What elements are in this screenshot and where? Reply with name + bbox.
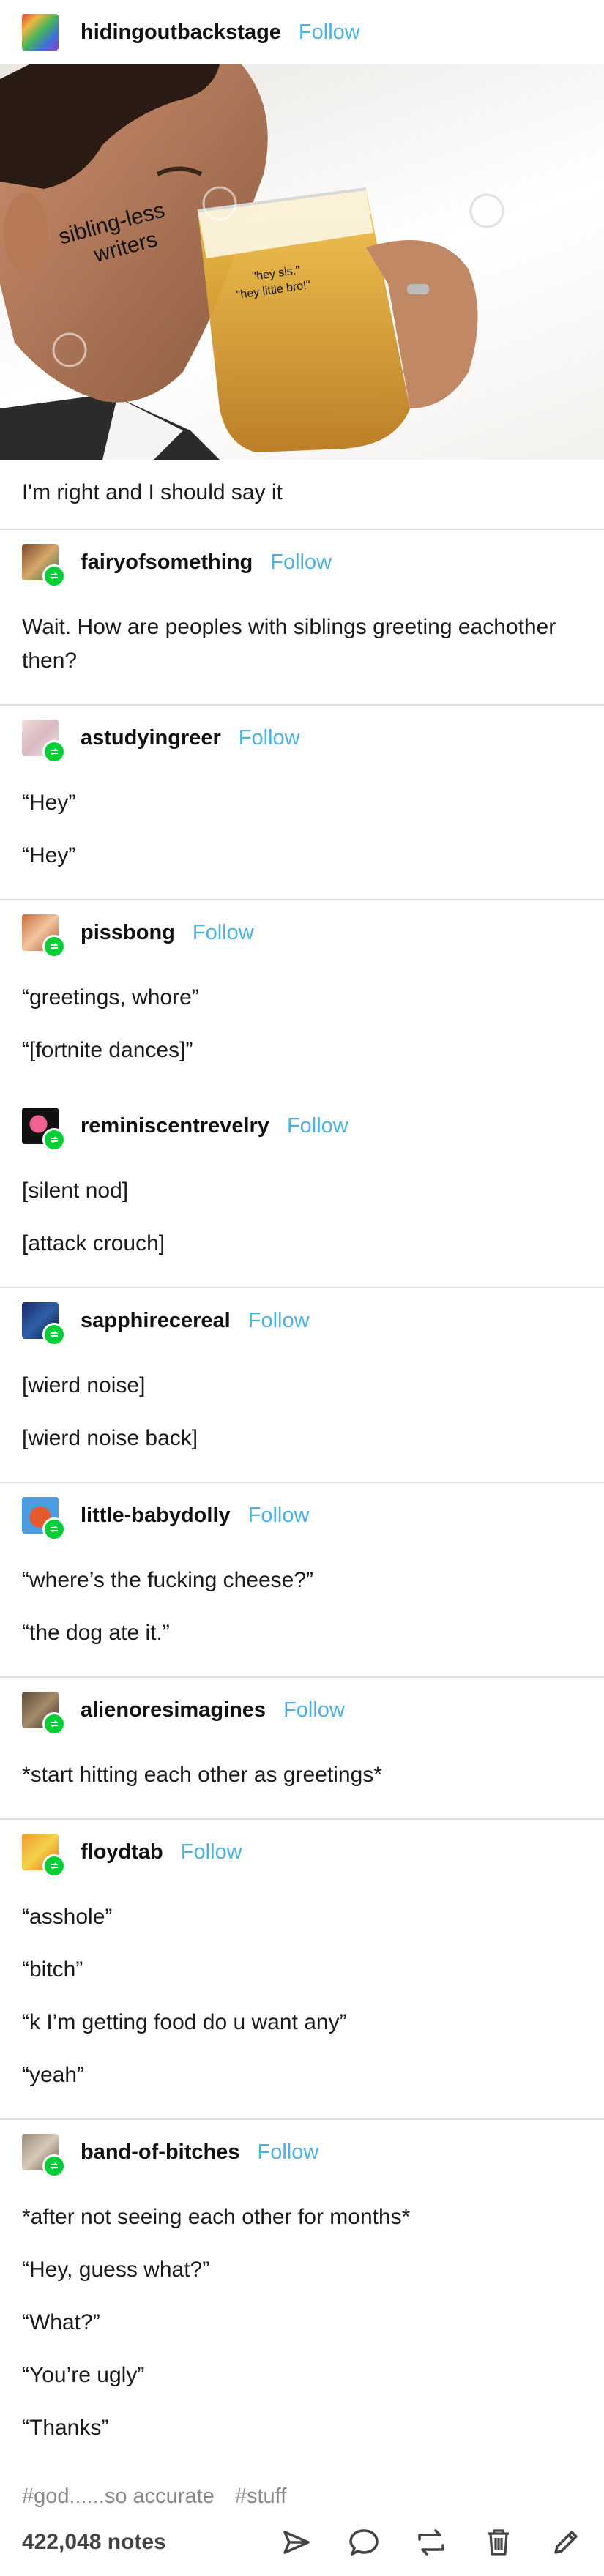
reblog-entry: band-of-bitches Follow *after not seeing… <box>0 2120 604 2471</box>
delete-icon[interactable] <box>482 2526 515 2558</box>
reblog-text: “Hey, guess what?” <box>22 2258 210 2282</box>
username[interactable]: fairyofsomething <box>81 550 253 575</box>
reblog-entry: fairyofsomething Follow Wait. How are pe… <box>0 530 604 704</box>
post-text: I'm right and I should say it <box>22 480 283 504</box>
username[interactable]: band-of-bitches <box>81 2140 240 2165</box>
reblog-icon <box>42 1517 66 1541</box>
reply-icon[interactable] <box>348 2526 380 2558</box>
reblog-entry: reminiscentrevelry Follow [silent nod] [… <box>0 1094 604 1287</box>
post: hidingoutbackstage Follow sibling-less w… <box>0 0 604 2576</box>
follow-button[interactable]: Follow <box>248 1504 310 1528</box>
follow-button[interactable]: Follow <box>181 1840 242 1864</box>
meme-image: sibling-less writers "hey sis." "hey lit… <box>0 64 504 460</box>
reblog-icon <box>42 1712 66 1736</box>
follow-button[interactable]: Follow <box>299 20 360 45</box>
reblog-header: band-of-bitches Follow <box>0 2120 604 2184</box>
reblog-icon <box>42 1128 66 1151</box>
reblog-icon <box>42 1854 66 1878</box>
reblog-entry: pissbong Follow “greetings, whore” “[for… <box>0 900 604 1094</box>
username[interactable]: sapphirecereal <box>81 1309 231 1333</box>
username[interactable]: reminiscentrevelry <box>81 1114 269 1138</box>
reblog-header: alienoresimagines Follow <box>0 1678 604 1742</box>
follow-button[interactable]: Follow <box>193 921 254 945</box>
reblog-text: “[fortnite dances]” <box>22 1038 193 1062</box>
reblog-text: “You’re ugly” <box>22 2363 145 2387</box>
avatar[interactable] <box>22 720 66 764</box>
follow-button[interactable]: Follow <box>248 1309 310 1333</box>
post-footer: 422,048 notes <box>0 2509 604 2576</box>
reblog-header: reminiscentrevelry Follow <box>0 1094 604 1158</box>
reblog-header: floydtab Follow <box>0 1820 604 1884</box>
reblog-header: pissbong Follow <box>0 900 604 965</box>
avatar[interactable] <box>22 1302 66 1346</box>
reblog-entry: little-babydolly Follow “where’s the fuc… <box>0 1483 604 1676</box>
reblog-header: sapphirecereal Follow <box>0 1288 604 1353</box>
reblog-text: Wait. How are peoples with siblings gree… <box>22 615 556 673</box>
reblog-text: “greetings, whore” <box>22 985 199 1009</box>
post-header: hidingoutbackstage Follow <box>0 0 604 64</box>
reblog-entry: floydtab Follow “asshole” “bitch” “k I’m… <box>0 1820 604 2118</box>
avatar[interactable] <box>22 544 66 588</box>
username[interactable]: alienoresimagines <box>81 1698 266 1722</box>
username[interactable]: astudyingreer <box>81 726 221 750</box>
avatar[interactable] <box>22 914 66 958</box>
avatar[interactable] <box>22 1692 66 1736</box>
reblog-text: [silent nod] <box>22 1179 129 1203</box>
follow-button[interactable]: Follow <box>283 1698 345 1722</box>
edit-icon[interactable] <box>550 2526 582 2558</box>
reblog-icon <box>42 1323 66 1346</box>
follow-button[interactable]: Follow <box>287 1114 348 1138</box>
avatar[interactable] <box>22 1834 66 1878</box>
reblog-icon <box>42 935 66 958</box>
reblog-icon[interactable] <box>415 2526 447 2558</box>
tag[interactable]: #stuff <box>235 2484 286 2508</box>
notes-count[interactable]: 422,048 notes <box>22 2530 245 2555</box>
reblog-text: [wierd noise back] <box>22 1426 198 1450</box>
reblog-text: “bitch” <box>22 1957 83 1982</box>
reblog-text: “What?” <box>22 2310 100 2334</box>
reblog-text: “where’s the fucking cheese?” <box>22 1568 313 1592</box>
reblog-header: astudyingreer Follow <box>0 706 604 770</box>
reblog-text: *after not seeing each other for months* <box>22 2205 411 2229</box>
reblog-entry: alienoresimagines Follow *start hitting … <box>0 1678 604 1818</box>
reblog-text: [attack crouch] <box>22 1231 165 1255</box>
reblog-text: *start hitting each other as greetings* <box>22 1763 382 1787</box>
follow-button[interactable]: Follow <box>239 726 300 750</box>
reblog-entry: sapphirecereal Follow [wierd noise] [wie… <box>0 1288 604 1482</box>
follow-button[interactable]: Follow <box>270 550 332 575</box>
reblog-text: “the dog ate it.” <box>22 1621 170 1645</box>
avatar[interactable] <box>22 14 59 51</box>
reblog-text: “Hey” <box>22 791 76 815</box>
reblog-text: “Hey” <box>22 843 76 867</box>
reblog-header: little-babydolly Follow <box>0 1483 604 1548</box>
reblog-icon <box>42 2154 66 2178</box>
username[interactable]: floydtab <box>81 1840 163 1864</box>
reblog-entry: astudyingreer Follow “Hey” “Hey” <box>0 706 604 899</box>
reblog-header: fairyofsomething Follow <box>0 530 604 594</box>
share-icon[interactable] <box>280 2526 313 2558</box>
reblog-text: [wierd noise] <box>22 1373 146 1397</box>
reblog-icon <box>42 564 66 588</box>
post-image: sibling-less writers "hey sis." "hey lit… <box>0 64 604 460</box>
username[interactable]: hidingoutbackstage <box>81 20 281 45</box>
reblog-text: “asshole” <box>22 1905 113 1929</box>
avatar[interactable] <box>22 2134 66 2178</box>
avatar[interactable] <box>22 1497 66 1541</box>
follow-button[interactable]: Follow <box>258 2140 319 2165</box>
tag-list: #god......so accurate #stuff <box>0 2484 604 2509</box>
reblog-text: “Thanks” <box>22 2416 109 2440</box>
reblog-icon <box>42 740 66 764</box>
reblog-text: “yeah” <box>22 2063 85 2087</box>
username[interactable]: pissbong <box>81 921 175 945</box>
username[interactable]: little-babydolly <box>81 1504 231 1528</box>
avatar[interactable] <box>22 1108 66 1151</box>
reblog-text: “k I’m getting food do u want any” <box>22 2010 347 2034</box>
tag[interactable]: #god......so accurate <box>22 2484 215 2508</box>
